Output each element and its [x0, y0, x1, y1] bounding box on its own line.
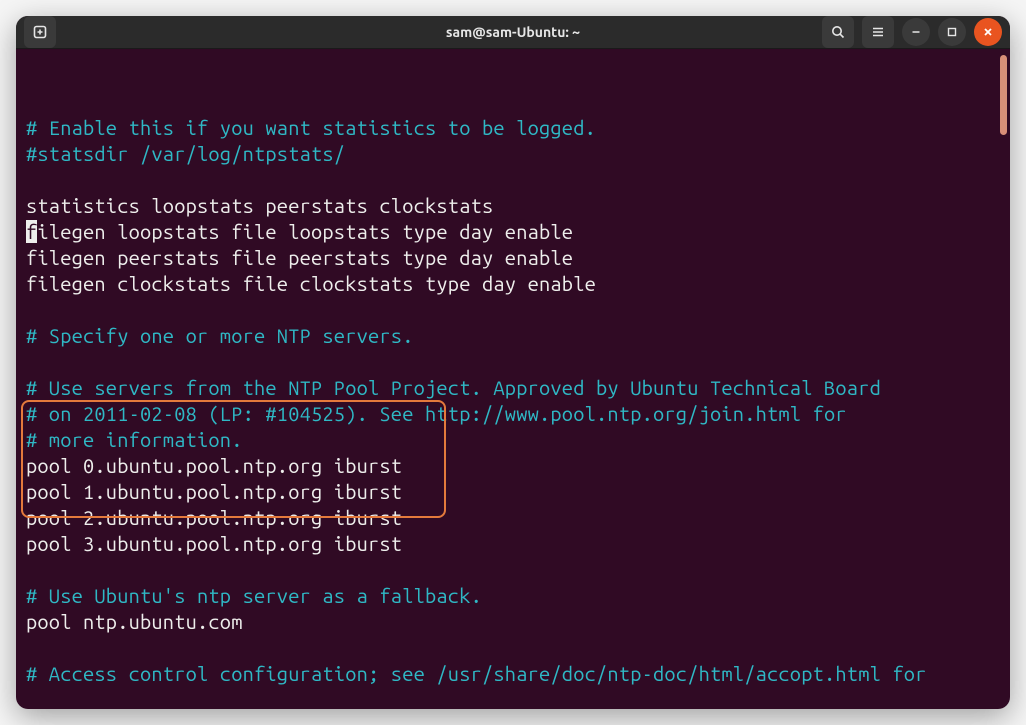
config-line: filegen clockstats file clockstats type …: [26, 272, 596, 295]
terminal-body[interactable]: # Enable this if you want statistics to …: [16, 49, 998, 709]
comment-line: # more information.: [26, 428, 243, 451]
window-title: sam@sam-Ubuntu: ~: [224, 24, 802, 40]
cursor: f: [26, 220, 37, 243]
new-tab-button[interactable]: [24, 16, 56, 48]
blank-line: [26, 90, 37, 113]
comment-line: #statsdir /var/log/ntpstats/: [26, 142, 345, 165]
close-button[interactable]: [974, 18, 1002, 46]
comment-line: # Use servers from the NTP Pool Project.…: [26, 376, 881, 399]
comment-line: # Access control configuration; see /usr…: [26, 662, 927, 685]
scrollbar-thumb[interactable]: [1000, 55, 1007, 135]
pool-line: pool 1.ubuntu.pool.ntp.org iburst: [26, 480, 402, 503]
maximize-button[interactable]: [938, 18, 966, 46]
pool-line: pool ntp.ubuntu.com: [26, 610, 243, 633]
minimize-button[interactable]: [902, 18, 930, 46]
pool-line: pool 3.ubuntu.pool.ntp.org iburst: [26, 532, 402, 555]
menu-button[interactable]: [862, 16, 894, 48]
pool-line: pool 0.ubuntu.pool.ntp.org iburst: [26, 454, 402, 477]
terminal-window: sam@sam-Ubuntu: ~: [16, 16, 1010, 709]
titlebar: sam@sam-Ubuntu: ~: [16, 16, 1010, 49]
config-line: filegen peerstats file peerstats type da…: [26, 246, 573, 269]
terminal-body-wrap: # Enable this if you want statistics to …: [16, 49, 1010, 709]
pool-line: pool 2.ubuntu.pool.ntp.org iburst: [26, 506, 402, 529]
comment-line: # on 2011-02-08 (LP: #104525). See http:…: [26, 402, 847, 425]
comment-line: # Use Ubuntu's ntp server as a fallback.: [26, 584, 482, 607]
config-text: ilegen loopstats file loopstats type day…: [37, 220, 573, 243]
search-button[interactable]: [822, 16, 854, 48]
comment-line: # Specify one or more NTP servers.: [26, 324, 414, 347]
config-line: statistics loopstats peerstats clockstat…: [26, 194, 493, 217]
comment-line: # Enable this if you want statistics to …: [26, 116, 596, 139]
config-line: filegen loopstats file loopstats type da…: [26, 220, 573, 243]
scrollbar[interactable]: [998, 49, 1010, 709]
